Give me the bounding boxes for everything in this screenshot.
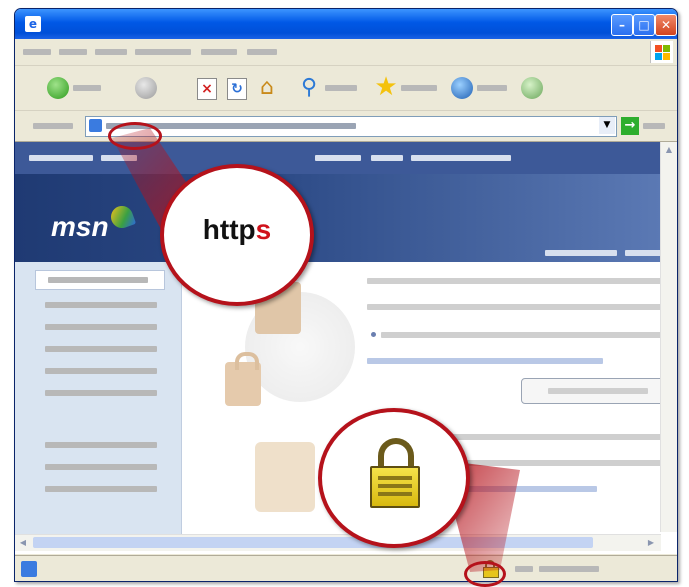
address-input[interactable] [85, 116, 617, 137]
menu-item-edit[interactable] [59, 49, 87, 55]
left-nav-item[interactable] [45, 486, 157, 492]
standard-toolbar: × ↻ ⌂ ⚲ ★ [15, 66, 677, 111]
left-nav-item[interactable] [45, 346, 157, 352]
favorites-label [401, 85, 437, 91]
scroll-thumb[interactable] [33, 537, 593, 548]
back-icon[interactable] [47, 77, 69, 99]
msn-butterfly-icon [107, 202, 137, 232]
home-icon[interactable]: ⌂ [255, 76, 279, 100]
content-link[interactable] [367, 358, 603, 364]
bullet-icon [371, 332, 376, 337]
horizontal-scrollbar[interactable]: ◀ ▶ [15, 534, 661, 551]
scroll-up-icon[interactable]: ▲ [663, 144, 675, 156]
status-padlock-highlight-ring [464, 561, 506, 587]
menu-item-view[interactable] [95, 49, 127, 55]
https-callout: https [160, 164, 314, 306]
stop-icon[interactable]: × [197, 78, 217, 100]
maximize-button[interactable]: □ [633, 14, 655, 36]
media-icon[interactable] [451, 77, 473, 99]
media-label [477, 85, 507, 91]
refresh-icon[interactable]: ↻ [227, 78, 247, 100]
windows-logo [650, 41, 673, 63]
menu-bar [15, 39, 677, 66]
scroll-right-icon[interactable]: ▶ [645, 537, 657, 549]
msn-top-nav [15, 142, 661, 174]
go-icon[interactable]: → [621, 117, 639, 135]
page-icon [89, 119, 102, 132]
favorites-icon[interactable]: ★ [373, 74, 399, 100]
msn-header: msn [15, 174, 661, 262]
close-button[interactable]: ✕ [655, 14, 677, 36]
title-bar: e – □ ✕ [15, 9, 677, 39]
search-icon[interactable]: ⚲ [297, 76, 321, 100]
history-icon[interactable] [521, 77, 543, 99]
content-button[interactable] [521, 378, 673, 404]
menu-item-help[interactable] [247, 49, 277, 55]
back-label [73, 85, 101, 91]
https-callout-text: https [202, 214, 272, 245]
forward-icon[interactable] [135, 77, 157, 99]
address-label [33, 123, 73, 129]
search-label [325, 85, 357, 91]
left-nav-item-selected[interactable] [35, 270, 165, 290]
menu-item-file[interactable] [23, 49, 51, 55]
padlock-icon [370, 438, 420, 508]
left-nav-item[interactable] [45, 464, 157, 470]
status-bar [15, 555, 677, 581]
ie-app-icon: e [25, 16, 41, 32]
left-nav-item[interactable] [45, 390, 157, 396]
status-zone-label [515, 566, 533, 572]
menu-item-favorites[interactable] [135, 49, 191, 55]
minimize-button[interactable]: – [611, 14, 633, 36]
status-zone-label [539, 566, 599, 572]
left-nav [15, 262, 182, 534]
padlock-callout [318, 408, 470, 548]
vertical-scrollbar[interactable]: ▲ [660, 142, 677, 532]
left-nav-item[interactable] [45, 442, 157, 448]
ie-status-icon [21, 561, 37, 577]
menu-item-tools[interactable] [201, 49, 237, 55]
left-nav-item[interactable] [45, 302, 157, 308]
left-nav-item[interactable] [45, 368, 157, 374]
address-dropdown-button[interactable]: ▼ [599, 117, 615, 134]
address-highlight-ring [108, 122, 162, 150]
scroll-left-icon[interactable]: ◀ [17, 537, 29, 549]
left-nav-item[interactable] [45, 324, 157, 330]
https-s-letter: s [255, 214, 272, 245]
go-label [643, 123, 665, 129]
msn-logo: msn [51, 211, 109, 242]
